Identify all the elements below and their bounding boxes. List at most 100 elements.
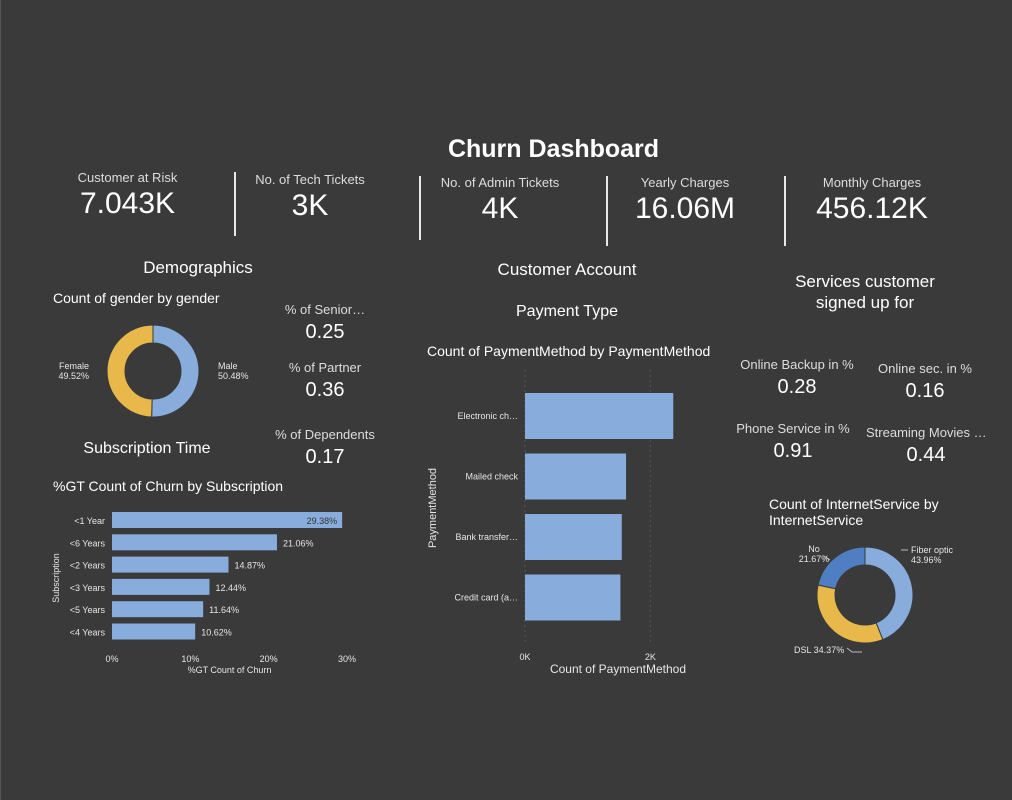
- x-axis-label: Count of PaymentMethod: [550, 662, 686, 676]
- subscription-bar-chart: <1 Year 29.38% <6 Years 21.06% <2 Years 14.87…: [51, 512, 356, 675]
- category-label: Bank transfer…: [455, 532, 518, 542]
- kpi-yearly-charges: Yearly Charges 16.06M: [615, 175, 755, 226]
- stat-value: 0.16: [905, 380, 945, 402]
- data-label: 14.87%: [234, 561, 265, 571]
- subscription-chart-title: %GT Count of Churn by Subscription: [53, 478, 284, 494]
- payment-type-heading: Payment Type: [516, 303, 618, 320]
- dashboard-title: Churn Dashboard: [447, 135, 660, 163]
- stat-label: Phone Service in %: [736, 421, 850, 436]
- kpi-value: 456.12K: [816, 192, 928, 225]
- stat-value: 0.17: [305, 446, 345, 468]
- services-heading-line1: Services customer: [795, 272, 935, 291]
- category-label: <1 Year: [74, 516, 105, 526]
- data-label: 21.06%: [283, 538, 314, 548]
- kpi-label: No. of Tech Tickets: [255, 172, 365, 187]
- donut-slice-dsl: [816, 584, 884, 644]
- bar-credit-card-a: [525, 574, 621, 621]
- gender-donut-chart: Male50.48% Female49.52%: [58, 324, 249, 418]
- internet-chart-title: Count of InternetService by InternetServ…: [769, 496, 939, 528]
- x-tick-label: 10%: [181, 654, 199, 664]
- stat-phone-service: Phone Service in % 0.91: [733, 421, 853, 463]
- stat-value: 0.28: [777, 376, 817, 398]
- x-tick-label: 0K: [519, 652, 530, 662]
- bar-5-years: [112, 601, 204, 618]
- x-axis-label: %GT Count of Churn: [188, 665, 272, 675]
- data-label: 12.44%: [215, 583, 246, 593]
- slice-label: No: [808, 544, 820, 554]
- kpi-label: Customer at Risk: [77, 170, 178, 185]
- stat-value: 0.91: [773, 440, 813, 462]
- demographics-heading: Demographics: [143, 258, 253, 277]
- slice-label: 43.96%: [911, 555, 942, 565]
- bar-bank-transfer: [525, 514, 622, 560]
- category-label: Electronic ch…: [457, 411, 518, 421]
- category-label: Mailed check: [465, 472, 518, 482]
- y-axis-label: PaymentMethod: [427, 468, 439, 548]
- kpi-customer-at-risk: Customer at Risk 7.043K: [55, 170, 200, 221]
- stat-partner: % of Partner 0.36: [265, 360, 385, 402]
- payment-bar-chart: Electronic ch… Mailed check Bank transfer……: [427, 370, 686, 676]
- bar-2-years: [112, 556, 229, 573]
- kpi-admin-tickets: No. of Admin Tickets 4K: [430, 175, 570, 226]
- bar-mailed-check: [525, 453, 627, 500]
- kpi-divider: [784, 176, 786, 246]
- data-label: 29.38%: [307, 516, 338, 526]
- slice-label: 21.67%: [799, 554, 830, 564]
- category-label: <5 Years: [70, 605, 106, 615]
- leader-line: [846, 647, 862, 653]
- subscription-time-heading: Subscription Time: [83, 440, 211, 457]
- kpi-value: 16.06M: [634, 192, 736, 225]
- slice-label: Male: [218, 361, 238, 371]
- stat-online-backup: Online Backup in % 0.28: [737, 357, 857, 399]
- category-label: <6 Years: [70, 538, 106, 548]
- category-label: <4 Years: [70, 628, 106, 638]
- kpi-value: 7.043K: [79, 187, 176, 220]
- services-heading-line2: signed up for: [815, 293, 915, 312]
- slice-label: Fiber optic: [911, 545, 954, 555]
- slice-label: 50.48%: [218, 371, 249, 381]
- stat-senior: % of Senior… 0.25: [265, 302, 385, 344]
- data-label: 10.62%: [201, 628, 232, 638]
- stat-label: Online Backup in %: [740, 357, 854, 372]
- kpi-divider: [234, 172, 236, 236]
- stat-label: Streaming Movies …: [866, 425, 987, 440]
- gender-chart-title: Count of gender by gender: [53, 290, 220, 306]
- data-label: 11.64%: [209, 605, 239, 615]
- donut-slice-male: [151, 324, 200, 418]
- kpi-divider: [419, 176, 421, 240]
- kpi-monthly-charges: Monthly Charges 456.12K: [797, 175, 947, 226]
- stat-value: 0.36: [305, 379, 345, 401]
- bar-3-years: [112, 578, 210, 595]
- slice-label: DSL 34.37%: [794, 645, 844, 655]
- x-tick-label: 0%: [105, 654, 118, 664]
- stat-dependents: % of Dependents 0.17: [265, 427, 385, 469]
- stat-streaming-movies: Streaming Movies … 0.44: [866, 425, 987, 467]
- bar-electronic-ch: [525, 393, 674, 439]
- kpi-label: No. of Admin Tickets: [440, 175, 560, 190]
- y-axis-label: Subscription: [51, 553, 61, 603]
- stat-value: 0.44: [906, 444, 946, 466]
- slice-label: Female: [59, 361, 89, 371]
- category-label: <3 Years: [70, 583, 106, 593]
- payment-chart-title: Count of PaymentMethod by PaymentMethod: [427, 343, 711, 359]
- kpi-divider: [606, 176, 608, 246]
- slice-label: 49.52%: [58, 371, 89, 381]
- kpi-label: Yearly Charges: [640, 175, 730, 190]
- category-label: Credit card (a…: [454, 593, 518, 603]
- category-label: <2 Years: [70, 561, 106, 571]
- kpi-label: Monthly Charges: [822, 175, 922, 190]
- stat-label: % of Senior…: [284, 302, 366, 317]
- stat-online-security: Online sec. in % 0.16: [865, 361, 985, 403]
- x-tick-label: 2K: [645, 652, 656, 662]
- stat-label: % of Dependents: [275, 427, 375, 442]
- kpi-value: 4K: [481, 192, 519, 225]
- x-tick-label: 20%: [260, 654, 278, 664]
- stat-label: Online sec. in %: [878, 361, 972, 376]
- customer-account-heading: Customer Account: [497, 260, 637, 279]
- kpi-value: 3K: [291, 189, 329, 222]
- bar-4-years: [112, 623, 196, 640]
- bar-6-years: [112, 534, 277, 551]
- donut-slice-female: [106, 324, 154, 418]
- stat-value: 0.25: [305, 321, 345, 343]
- services-heading: Services customer signed up for: [745, 271, 985, 313]
